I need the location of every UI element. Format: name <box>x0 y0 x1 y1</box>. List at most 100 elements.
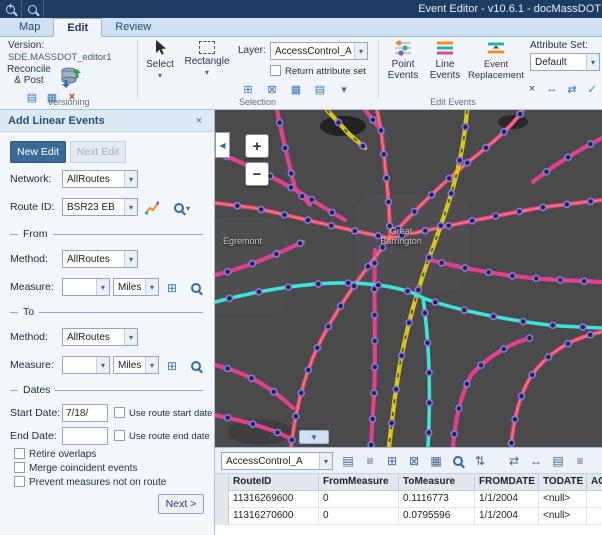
point-events-button[interactable]: Point Events <box>383 39 423 99</box>
titlebar-zoom-button[interactable] <box>22 0 44 18</box>
plus-icon: + <box>253 138 262 155</box>
tab-map[interactable]: Map <box>6 18 53 36</box>
add-linear-events-panel: Add Linear Events × New Edit Next Edit N… <box>0 110 215 535</box>
column-header[interactable]: AC <box>587 474 602 491</box>
column-header[interactable]: TODATE <box>539 474 587 491</box>
clear-selection-icon[interactable]: ⊠ <box>264 81 280 97</box>
table-row[interactable]: 11316270600 0 0.0795596 1/1/2004 <null> <box>215 508 602 525</box>
zoom-out-button[interactable]: − <box>245 162 269 186</box>
column-header[interactable]: FromMeasure <box>319 474 399 491</box>
map-canvas[interactable] <box>215 110 602 447</box>
return-attribute-set-checkbox[interactable] <box>270 65 281 76</box>
selection-options-icon[interactable]: ▦ <box>288 81 304 97</box>
offset-icon[interactable]: ↔ <box>544 81 560 97</box>
column-header[interactable]: FROMDATE <box>475 474 539 491</box>
zoom-to-from-measure-button[interactable] <box>188 280 204 296</box>
minus-icon: − <box>253 166 262 183</box>
chevron-down-icon: ▾ <box>124 329 137 345</box>
filter-icon[interactable]: ▤ <box>339 452 357 470</box>
rectangle-select-button[interactable]: Rectangle ▾ <box>182 39 232 95</box>
close-icon[interactable]: × <box>192 115 206 127</box>
table-row[interactable]: 11316269600 0 0.1116773 1/1/2004 <null> <box>215 491 602 508</box>
zoom-in-button[interactable]: + <box>245 134 269 158</box>
rectangle-tool-icon <box>199 41 215 54</box>
select-button[interactable]: Select ▾ <box>142 39 178 95</box>
end-date-input[interactable] <box>62 427 108 445</box>
pan-to-record-icon[interactable]: ↔ <box>527 452 545 470</box>
chevron-down-icon: ▾ <box>319 453 332 469</box>
window-title: Event Editor - v10.6.1 - docMassDOT <box>418 3 602 15</box>
column-header[interactable]: ToMeasure <box>399 474 475 491</box>
measure-grid-icon: ⊞ <box>167 281 177 295</box>
route-id-select[interactable]: BSR23 EB ▾ <box>62 198 138 216</box>
reconcile-post-button[interactable]: Reconcile & Post <box>2 64 56 86</box>
to-measure-picker-button[interactable]: ⊞ <box>164 358 180 374</box>
switch-selection-icon[interactable]: ⇄ <box>505 452 523 470</box>
snap-icon[interactable]: ✓ <box>584 81 600 97</box>
to-measure-unit-select[interactable]: Miles ▾ <box>113 356 159 374</box>
ribbon: Version: SDE.MASSDOT_editor1 Reconcile &… <box>0 37 602 110</box>
titlebar: + Event Editor - v10.6.1 - docMassDOT <box>0 0 602 18</box>
retire-overlaps-label: Retire overlaps <box>29 449 96 460</box>
chevron-down-icon: ▾ <box>124 199 137 215</box>
from-method-select[interactable]: AllRoutes ▾ <box>62 250 138 268</box>
use-route-start-label: Use route start date <box>129 408 212 419</box>
chevron-down-icon: ▾ <box>186 204 190 213</box>
place-label-great-barrington: Great Barrington <box>363 226 439 246</box>
to-measure-label: Measure: <box>10 359 54 371</box>
from-measure-picker-button[interactable]: ⊞ <box>164 280 180 296</box>
selection-list-icon[interactable]: ▤ <box>312 81 328 97</box>
zoom-to-to-measure-button[interactable] <box>188 358 204 374</box>
row-selector[interactable] <box>215 508 229 525</box>
geodatabase-icon[interactable] <box>60 65 82 89</box>
line-events-button[interactable]: Line Events <box>426 39 464 99</box>
show-table-icon[interactable]: ▦ <box>427 452 445 470</box>
sort-icon[interactable]: ⇅ <box>471 452 489 470</box>
new-edit-button[interactable]: New Edit <box>10 141 66 163</box>
network-select[interactable]: AllRoutes ▾ <box>62 170 138 188</box>
merge-coincident-checkbox[interactable] <box>14 462 25 473</box>
menu-icon[interactable]: ≡ <box>361 452 379 470</box>
clear-selection-icon[interactable]: ⊠ <box>405 452 423 470</box>
from-measure-label: Measure: <box>10 281 54 293</box>
selection-more-icon[interactable]: ▾ <box>336 81 352 97</box>
from-measure-unit-select[interactable]: Miles ▾ <box>113 278 159 296</box>
next-button[interactable]: Next > <box>158 494 204 514</box>
select-records-icon[interactable]: ⊞ <box>383 452 401 470</box>
row-selector[interactable] <box>215 491 229 508</box>
attribute-set-select[interactable]: Default ▾ <box>530 53 600 71</box>
start-date-input[interactable] <box>62 404 108 422</box>
zoom-to-route-button[interactable]: ▾ <box>168 200 196 216</box>
collapse-panel-button[interactable]: ◀ <box>215 132 230 158</box>
event-replacement-icon <box>487 39 505 57</box>
versioning-group-label: Versioning <box>0 97 137 107</box>
event-replacement-button[interactable]: Event Replacement <box>466 39 526 99</box>
retire-overlaps-checkbox[interactable] <box>14 448 25 459</box>
table-options-icon[interactable]: ≡ <box>571 452 589 470</box>
layer-select[interactable]: AccessControl_A ▾ <box>270 42 368 60</box>
version-label: Version: <box>8 40 44 51</box>
prevent-measures-checkbox[interactable] <box>14 476 25 487</box>
swap-icon[interactable]: ⇄ <box>564 81 580 97</box>
ribbon-tabbar: Map Edit Review <box>0 18 602 37</box>
remove-attribute-icon[interactable]: × <box>524 81 540 97</box>
titlebar-zoom-in-button[interactable]: + <box>0 0 22 18</box>
tab-review[interactable]: Review <box>102 18 164 36</box>
chevron-left-icon: ◀ <box>219 141 225 150</box>
to-method-label: Method: <box>10 331 48 343</box>
route-locator-button[interactable] <box>144 200 160 216</box>
use-route-end-checkbox[interactable] <box>114 430 125 441</box>
from-measure-select[interactable]: ▾ <box>62 278 110 296</box>
table-layer-select[interactable]: AccessControl_A ▾ <box>221 452 333 470</box>
collapse-table-button[interactable]: ▼ <box>299 430 329 444</box>
use-route-start-checkbox[interactable] <box>114 407 125 418</box>
to-method-select[interactable]: AllRoutes ▾ <box>62 328 138 346</box>
table-empty-area <box>215 525 602 535</box>
column-header[interactable]: RouteID <box>229 474 319 491</box>
select-by-attribute-icon[interactable]: ⊞ <box>240 81 256 97</box>
zoom-to-record-button[interactable] <box>449 452 467 470</box>
tab-edit[interactable]: Edit <box>53 18 102 37</box>
export-table-icon[interactable]: ▤ <box>549 452 567 470</box>
end-date-label: End Date: <box>10 430 57 442</box>
to-measure-select[interactable]: ▾ <box>62 356 110 374</box>
